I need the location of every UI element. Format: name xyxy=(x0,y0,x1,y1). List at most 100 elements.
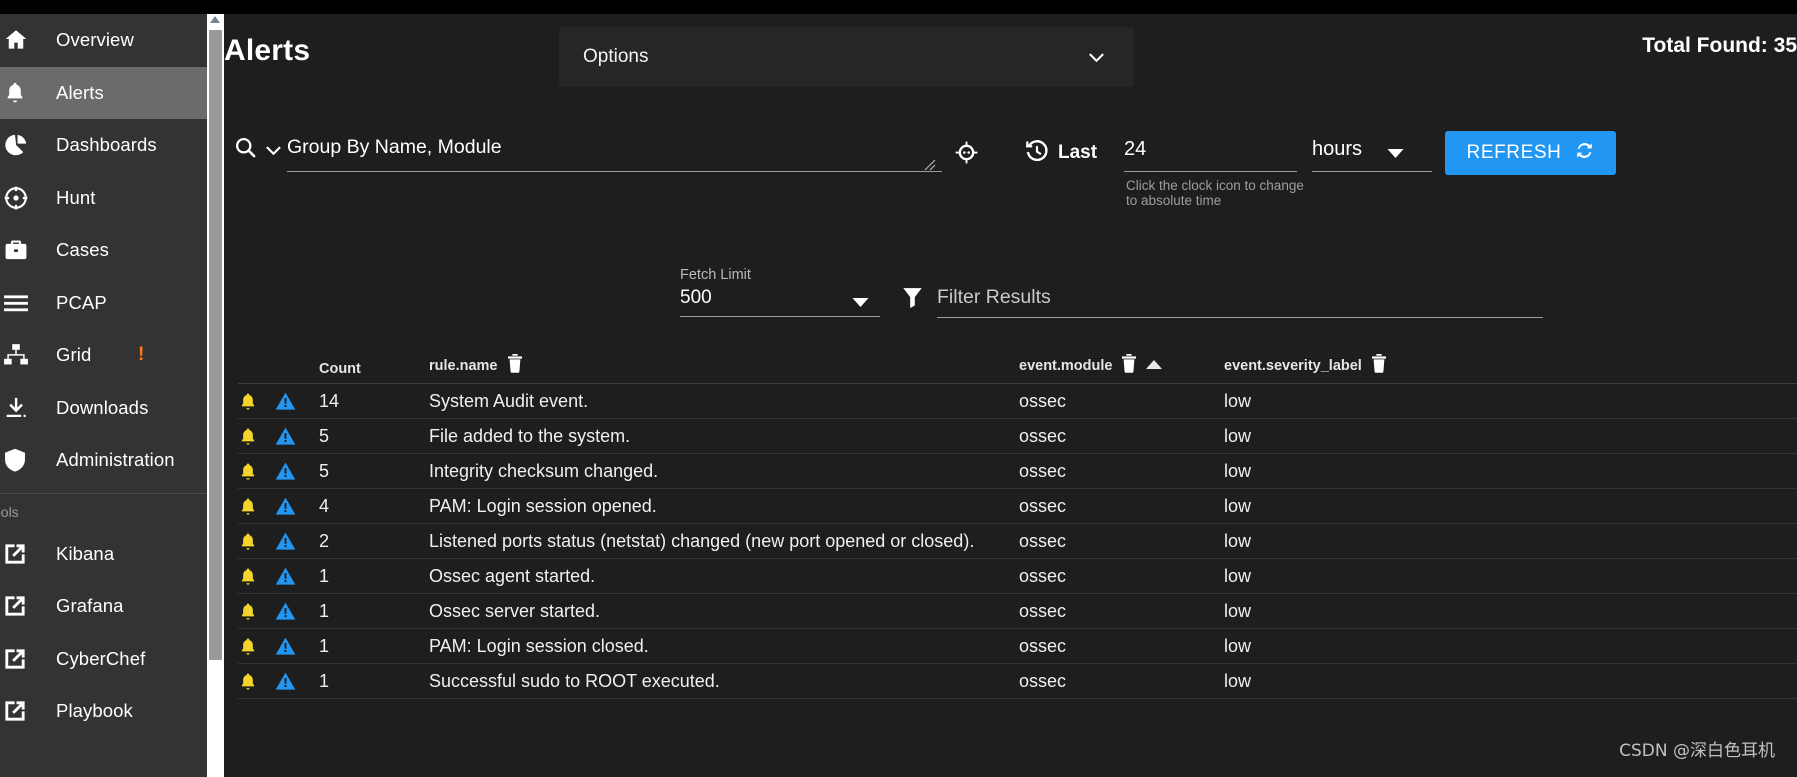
time-unit-value: hours xyxy=(1312,138,1363,160)
search-input[interactable]: Group By Name, Module xyxy=(287,130,942,172)
cell-count: 5 xyxy=(319,460,330,481)
sidebar-item-label: Downloads xyxy=(56,396,149,418)
filter-toolbar: Fetch Limit 500 Filter Results xyxy=(224,264,1797,324)
external-link-icon xyxy=(0,699,56,723)
sidebar-item-dashboards[interactable]: Dashboards xyxy=(0,119,207,172)
cell-event-severity-label: low xyxy=(1224,425,1252,446)
table-row[interactable]: 4 PAM: Login session opened. ossec low xyxy=(238,489,1797,524)
cell-count: 1 xyxy=(319,670,330,691)
sidebar-item-cases[interactable]: Cases xyxy=(0,224,207,277)
column-header-count[interactable]: Count xyxy=(319,361,429,383)
shield-icon xyxy=(0,447,56,473)
watermark-text: CSDN @深白色耳机 xyxy=(1619,741,1775,761)
cell-count: 1 xyxy=(319,635,330,656)
column-header-event-severity-label[interactable]: event.severity_label xyxy=(1224,354,1524,383)
scroll-up-arrow-icon[interactable] xyxy=(210,16,220,23)
row-warning-triangle-icon[interactable] xyxy=(275,426,319,446)
row-bell-icon[interactable] xyxy=(238,391,275,412)
column-header-event-module[interactable]: event.module xyxy=(1019,354,1224,383)
sort-ascending-icon[interactable] xyxy=(1146,359,1163,369)
cell-rule-name: System Audit event. xyxy=(429,390,589,411)
row-warning-triangle-icon[interactable] xyxy=(275,531,319,551)
column-header-rule-name-label: rule.name xyxy=(429,357,498,374)
table-row[interactable]: 14 System Audit event. ossec low xyxy=(238,384,1797,419)
row-warning-triangle-icon[interactable] xyxy=(275,566,319,586)
trash-icon[interactable] xyxy=(1371,354,1387,377)
cell-event-severity-label: low xyxy=(1224,565,1252,586)
sidebar-item-label: Hunt xyxy=(56,186,96,208)
sidebar-item-label: CyberChef xyxy=(56,647,146,669)
table-row[interactable]: 2 Listened ports status (netstat) changed… xyxy=(238,524,1797,559)
fetch-limit-caret-down-icon[interactable] xyxy=(852,295,869,313)
row-bell-icon[interactable] xyxy=(238,636,275,657)
search-icon[interactable] xyxy=(234,136,257,164)
table-row[interactable]: 1 Successful sudo to ROOT executed. ossec l… xyxy=(238,664,1797,699)
sidebar-item-label: Overview xyxy=(56,29,134,51)
sidebar-item-cyberchef[interactable]: CyberChef xyxy=(0,633,207,686)
sidebar-item-pcap[interactable]: PCAP xyxy=(0,277,207,330)
resize-grip-icon[interactable] xyxy=(924,158,936,176)
external-link-icon xyxy=(0,542,56,566)
row-warning-triangle-icon[interactable] xyxy=(275,636,319,656)
cell-event-module: ossec xyxy=(1019,390,1067,411)
row-warning-triangle-icon[interactable] xyxy=(275,671,319,691)
table-row[interactable]: 1 Ossec server started. ossec low xyxy=(238,594,1797,629)
sidebar-item-downloads[interactable]: Downloads xyxy=(0,382,207,435)
time-unit-caret-down-icon[interactable] xyxy=(1387,146,1404,164)
cell-rule-name: Integrity checksum changed. xyxy=(429,460,659,481)
refresh-button[interactable]: REFRESH xyxy=(1445,131,1616,175)
table-row[interactable]: 1 Ossec agent started. ossec low xyxy=(238,559,1797,594)
row-bell-icon[interactable] xyxy=(238,461,275,482)
target-crosshair-icon[interactable] xyxy=(954,140,979,170)
sidebar-item-playbook[interactable]: Playbook xyxy=(0,685,207,738)
grid-alert-badge: ! xyxy=(138,344,145,366)
row-warning-triangle-icon[interactable] xyxy=(275,601,319,621)
sidebar-item-label: Playbook xyxy=(56,700,133,722)
row-warning-triangle-icon[interactable] xyxy=(275,496,319,516)
column-header-rule-name[interactable]: rule.name xyxy=(429,354,1019,383)
refresh-button-label: REFRESH xyxy=(1466,142,1562,163)
sidebar-item-kibana[interactable]: Kibana xyxy=(0,528,207,581)
sidebar-item-label: Grafana xyxy=(56,595,124,617)
clock-history-icon[interactable] xyxy=(1024,138,1050,169)
row-bell-icon[interactable] xyxy=(238,601,275,622)
table-row[interactable]: 5 File added to the system. ossec low xyxy=(238,419,1797,454)
row-bell-icon[interactable] xyxy=(238,496,275,517)
table-row[interactable]: 5 Integrity checksum changed. ossec low xyxy=(238,454,1797,489)
sidebar-divider xyxy=(0,492,207,494)
cell-rule-name: Ossec server started. xyxy=(429,600,601,621)
sidebar-item-hunt[interactable]: Hunt xyxy=(0,172,207,225)
filter-results-input[interactable]: Filter Results xyxy=(937,284,1543,318)
row-bell-icon[interactable] xyxy=(238,566,275,587)
search-input-underline xyxy=(287,171,942,172)
trash-icon[interactable] xyxy=(1121,354,1137,377)
sidebar-item-grafana[interactable]: Grafana xyxy=(0,580,207,633)
sidebar-item-overview[interactable]: Overview xyxy=(0,14,207,67)
bell-icon xyxy=(0,80,56,105)
relative-time-input[interactable]: 24 xyxy=(1124,134,1297,172)
sidebar-item-grid[interactable]: Grid ! xyxy=(0,329,207,382)
options-panel[interactable]: Options xyxy=(559,27,1134,87)
table-body: 14 System Audit event. ossec low 5 File added… xyxy=(238,384,1797,699)
row-bell-icon[interactable] xyxy=(238,531,275,552)
cell-count: 5 xyxy=(319,425,330,446)
page-scrollbar[interactable] xyxy=(207,14,224,777)
sidebar-item-alerts[interactable]: Alerts xyxy=(0,66,207,119)
row-bell-icon[interactable] xyxy=(238,426,275,447)
sidebar-item-label: Alerts xyxy=(56,81,104,103)
table-row[interactable]: 1 PAM: Login session closed. ossec low xyxy=(238,629,1797,664)
query-chevron-down-icon[interactable] xyxy=(265,143,282,162)
main-content: Alerts Options Total Found: 35 Group By … xyxy=(224,14,1797,777)
search-input-value: Group By Name, Module xyxy=(287,136,502,158)
sidebar-item-administration[interactable]: Administration xyxy=(0,434,207,487)
row-warning-triangle-icon[interactable] xyxy=(275,461,319,481)
fetch-limit-select[interactable]: 500 xyxy=(680,285,880,317)
sidebar-navigation: Overview Alerts Dashboards Hunt Cases PC… xyxy=(0,14,207,777)
fetch-limit-label: Fetch Limit xyxy=(680,267,751,283)
trash-icon[interactable] xyxy=(507,354,523,377)
scrollbar-thumb[interactable] xyxy=(209,30,222,660)
row-bell-icon[interactable] xyxy=(238,671,275,692)
cell-rule-name: File added to the system. xyxy=(429,425,631,446)
row-warning-triangle-icon[interactable] xyxy=(275,391,319,411)
time-unit-select[interactable]: hours xyxy=(1312,134,1432,172)
